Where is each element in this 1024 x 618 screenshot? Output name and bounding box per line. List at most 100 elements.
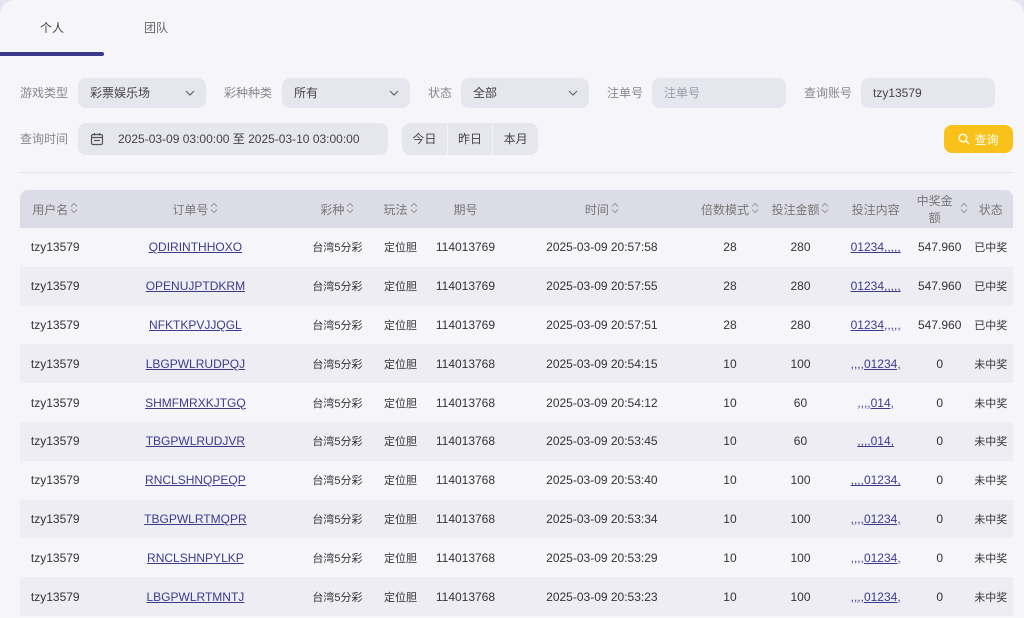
column-header-time[interactable]: 时间 — [504, 190, 699, 228]
cell-win-amount: 0 — [936, 434, 944, 449]
table-cell: 114013768 — [426, 473, 504, 487]
lottery-type-value: 所有 — [294, 86, 319, 100]
status-select[interactable]: 全部 — [461, 78, 589, 108]
column-header-multiplier-mode[interactable]: 倍数模式 — [699, 190, 760, 228]
cell-win-amount: 547.960 — [917, 240, 962, 255]
column-header-play-type[interactable]: 玩法 — [375, 190, 427, 228]
sort-icon[interactable] — [960, 202, 968, 217]
table-cell: 定位胆 — [375, 511, 427, 527]
table-cell: 0 — [911, 512, 969, 526]
table-cell: tzy13579 — [20, 512, 91, 526]
table-cell: 台湾5分彩 — [300, 278, 374, 294]
sort-icon[interactable] — [821, 202, 829, 217]
table-cell: tzy13579 — [20, 434, 91, 448]
table-cell: 台湾5分彩 — [300, 511, 374, 527]
table-cell: ,,,,01234, — [840, 357, 911, 371]
table-cell: 28 — [699, 240, 760, 254]
table-cell: 未中奖 — [968, 395, 1013, 411]
cell-win-amount: 547.960 — [917, 317, 962, 332]
cell-order-no[interactable]: SHMFMRXKJTGQ — [145, 396, 246, 410]
cell-bet-content[interactable]: ,,,,01234, — [851, 590, 901, 604]
cell-order-no[interactable]: LBGPWLRUDPQJ — [146, 357, 245, 371]
column-header-order-no[interactable]: 订单号 — [91, 190, 301, 228]
table-cell: 2025-03-09 20:53:45 — [504, 434, 699, 448]
cell-bet-amount: 60 — [793, 434, 808, 449]
cell-order-no[interactable]: RNCLSHNPYLKP — [147, 551, 244, 565]
lottery-type-label: 彩种种类 — [224, 86, 273, 100]
table-cell: RNCLSHNPYLKP — [91, 551, 301, 565]
status-label: 状态 — [428, 86, 453, 100]
cell-order-no[interactable]: RNCLSHNQPEQP — [145, 473, 246, 487]
account-input[interactable]: tzy13579 — [861, 78, 995, 108]
chevron-down-icon — [567, 78, 579, 108]
cell-bet-content[interactable]: ,,,,01234, — [851, 357, 901, 371]
chevron-down-icon — [184, 78, 196, 108]
cell-bet-content[interactable]: ,,,,014, — [857, 396, 894, 410]
sort-icon[interactable] — [346, 202, 354, 217]
column-header-username[interactable]: 用户名 — [20, 190, 91, 228]
table-row: tzy13579 OPENUJPTDKRM 台湾5分彩 定位胆 114013769 202… — [20, 266, 1013, 306]
cell-bet-content[interactable]: ,,,,01234, — [851, 551, 901, 565]
cell-bet-content[interactable]: 01234,,,,, — [851, 279, 901, 293]
column-header-label: 用户名 — [32, 202, 69, 217]
table-cell: RNCLSHNQPEQP — [91, 473, 301, 487]
today-button[interactable]: 今日 — [402, 123, 448, 155]
search-button[interactable]: 查询 — [944, 125, 1013, 153]
cell-time: 2025-03-09 20:57:51 — [546, 317, 658, 332]
cell-win-amount: 0 — [936, 356, 944, 371]
cell-bet-content[interactable]: ,,,,01234, — [851, 512, 901, 526]
cell-issue-no: 114013768 — [435, 589, 496, 604]
column-header-bet-amount[interactable]: 投注金额 — [761, 190, 841, 228]
column-header-win-amount[interactable]: 中奖金额 — [911, 190, 969, 228]
cell-order-no[interactable]: LBGPWLRTMNTJ — [147, 590, 245, 604]
lottery-type-select[interactable]: 所有 — [282, 78, 410, 108]
cell-order-no[interactable]: NFKTKPVJJQGL — [149, 318, 242, 332]
sort-icon[interactable] — [70, 202, 78, 217]
quick-date-group: 今日 昨日 本月 — [402, 123, 538, 155]
date-range-picker[interactable]: 2025-03-09 03:00:00 至 2025-03-10 03:00:0… — [78, 123, 388, 155]
table-cell: 2025-03-09 20:53:23 — [504, 590, 699, 604]
status-value: 全部 — [473, 86, 498, 100]
table-cell: 2025-03-09 20:54:12 — [504, 396, 699, 410]
table-cell: 100 — [761, 551, 841, 565]
cell-order-no[interactable]: TBGPWLRTMQPR — [144, 512, 246, 526]
cell-issue-no: 114013768 — [435, 434, 496, 449]
cell-bet-content[interactable]: 01234,,,,, — [851, 318, 901, 332]
column-header-label: 状态 — [978, 202, 1003, 217]
table-cell: 0 — [911, 357, 969, 371]
cell-bet-content[interactable]: ,,,,01234, — [851, 473, 901, 487]
table-cell: 114013768 — [426, 512, 504, 526]
table-cell: 定位胆 — [375, 317, 427, 333]
column-header-lottery[interactable]: 彩种 — [300, 190, 374, 228]
cell-bet-amount: 100 — [790, 511, 811, 526]
cell-multiplier-mode: 10 — [723, 473, 737, 488]
sort-icon[interactable] — [410, 202, 418, 217]
table-row: tzy13579 LBGPWLRTMNTJ 台湾5分彩 定位胆 114013768 202… — [20, 577, 1013, 616]
tab-personal[interactable]: 个人 — [0, 0, 104, 54]
table-cell: 114013768 — [426, 551, 504, 565]
cell-bet-content[interactable]: ,,,,014, — [857, 434, 894, 448]
table-cell: 10 — [699, 551, 760, 565]
this-month-button[interactable]: 本月 — [493, 123, 538, 155]
column-header-label: 期号 — [453, 202, 478, 217]
table-row: tzy13579 TBGPWLRTMQPR 台湾5分彩 定位胆 114013768 202… — [20, 499, 1013, 539]
order-no-input[interactable]: 注单号 — [652, 78, 786, 108]
cell-bet-amount: 100 — [790, 356, 811, 371]
table-cell: tzy13579 — [20, 240, 91, 254]
cell-time: 2025-03-09 20:53:23 — [546, 589, 658, 604]
cell-order-no[interactable]: OPENUJPTDKRM — [146, 279, 245, 293]
cell-bet-content[interactable]: 01234,,,,, — [851, 240, 901, 254]
table-cell: 2025-03-09 20:57:51 — [504, 318, 699, 332]
sort-icon[interactable] — [611, 202, 619, 217]
cell-order-no[interactable]: QDIRINTHHOXO — [149, 240, 242, 254]
table-cell: 547.960 — [911, 318, 969, 332]
table-cell: ,,,,01234, — [840, 473, 911, 487]
table-cell: 未中奖 — [968, 511, 1013, 527]
tab-team[interactable]: 团队 — [104, 0, 208, 54]
cell-order-no[interactable]: TBGPWLRUDJVR — [146, 434, 245, 448]
game-type-select[interactable]: 彩票娱乐场 — [78, 78, 206, 108]
sort-icon[interactable] — [751, 202, 759, 217]
table-cell: 100 — [761, 357, 841, 371]
yesterday-button[interactable]: 昨日 — [448, 123, 494, 155]
sort-icon[interactable] — [210, 202, 218, 217]
